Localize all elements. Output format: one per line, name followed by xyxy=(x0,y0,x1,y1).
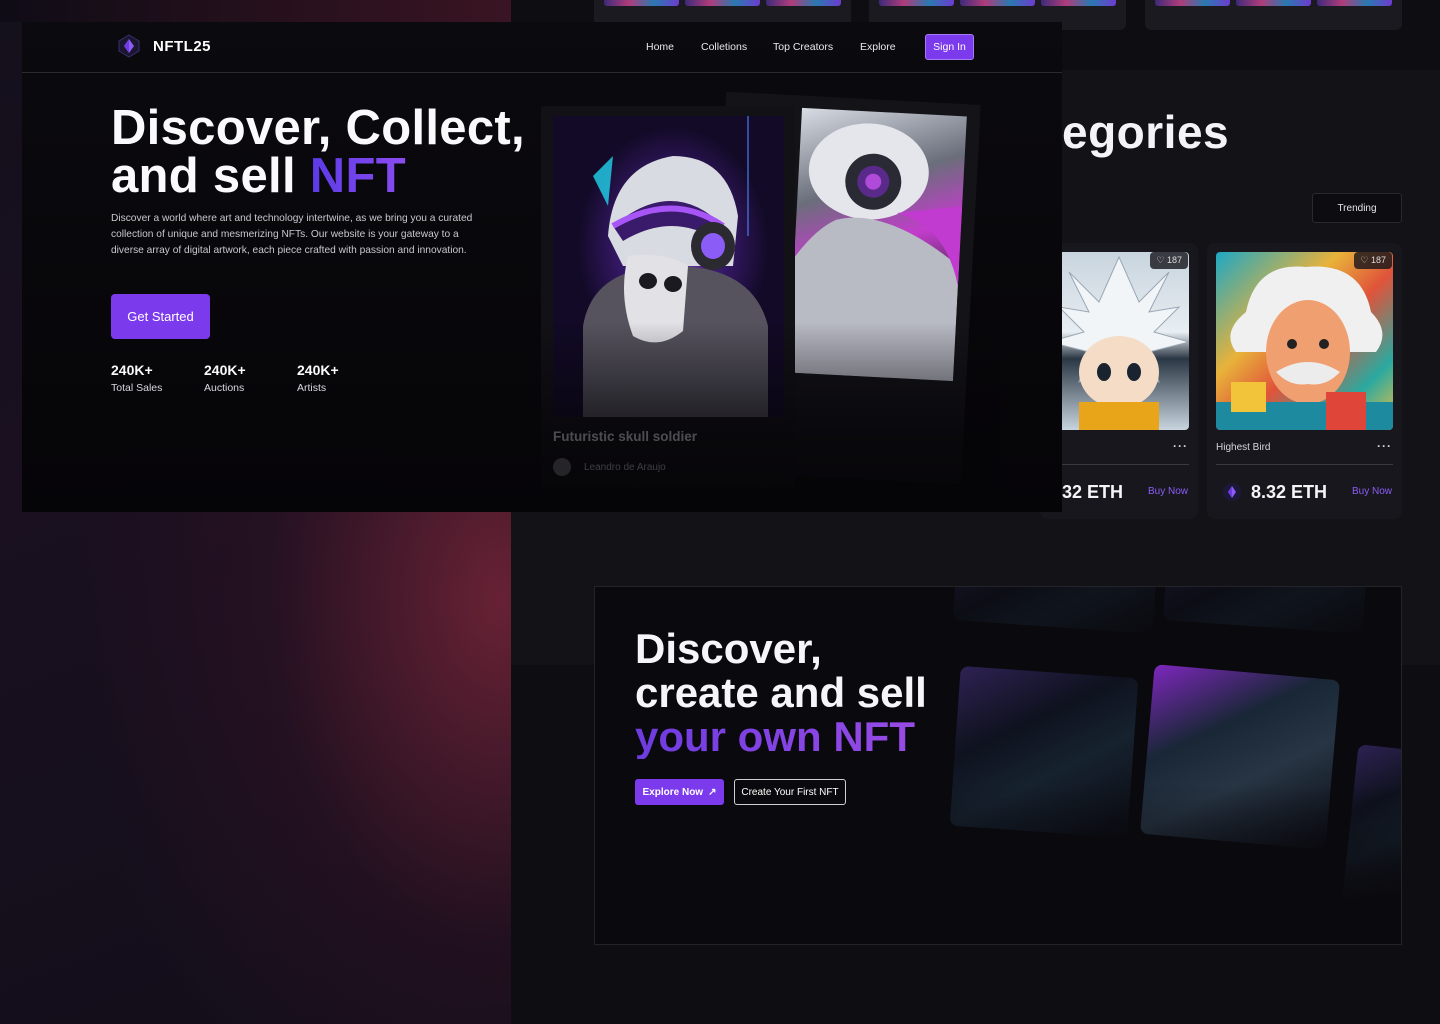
trending-filter-button[interactable]: Trending xyxy=(1312,193,1402,223)
background-thumbnail xyxy=(1145,0,1402,30)
nft-card[interactable]: ♡ 187 d ··· 32 ETH Buy Now xyxy=(1040,243,1198,519)
stat-artists: 240K+ Artists xyxy=(297,362,339,394)
nav-top-creators[interactable]: Top Creators xyxy=(773,41,833,53)
logo-icon xyxy=(118,34,140,58)
more-options-icon[interactable]: ··· xyxy=(1173,439,1188,453)
eth-icon xyxy=(1223,483,1241,501)
nav-collections[interactable]: Colletions xyxy=(701,41,747,53)
artwork-title: Futuristic skull soldier xyxy=(553,429,698,444)
nft-card-price: 8.32 ETH xyxy=(1251,482,1328,502)
nft-card-image xyxy=(1049,252,1189,430)
promo-artwork xyxy=(1162,587,1368,634)
nft-card-price: 32 ETH xyxy=(1062,482,1124,502)
stat-auctions: 240K+ Auctions xyxy=(204,362,246,394)
arrow-up-right-icon: ↗ xyxy=(708,786,717,798)
create-nft-button[interactable]: Create Your First NFT xyxy=(734,779,846,805)
more-options-icon[interactable]: ··· xyxy=(1377,439,1392,453)
likes-badge: ♡ 187 xyxy=(1354,252,1392,269)
promo-fade xyxy=(595,784,1401,944)
artwork-fade xyxy=(541,322,1001,512)
nft-card[interactable]: ♡ 187 Highest Bird ··· 8.32 ETH Buy Now xyxy=(1207,243,1402,519)
nav-explore[interactable]: Explore xyxy=(860,41,896,53)
like-icon: ♡ xyxy=(1360,255,1371,265)
stat-total-sales: 240K+ Total Sales xyxy=(111,362,163,394)
promo-section: Discover, create and sell your own NFT E… xyxy=(594,586,1402,945)
sign-in-button[interactable]: Sign In xyxy=(925,34,974,60)
artwork-author: Leandro de Araujo xyxy=(584,462,666,473)
background-left-strip xyxy=(0,0,511,22)
nft-card-image xyxy=(1216,252,1393,430)
divider xyxy=(1216,464,1393,465)
avatar xyxy=(553,458,571,476)
buy-now-link[interactable]: Buy Now xyxy=(1352,486,1392,497)
brand-name: NFTL25 xyxy=(153,38,212,55)
buy-now-link[interactable]: Buy Now xyxy=(1148,486,1188,497)
get-started-button[interactable]: Get Started xyxy=(111,294,210,339)
hero-window: NFTL25 Home Colletions Top Creators Expl… xyxy=(22,22,1062,512)
nav-home[interactable]: Home xyxy=(646,41,674,53)
hero-heading: Discover, Collect, and sell NFT xyxy=(111,101,525,203)
top-navbar: NFTL25 Home Colletions Top Creators Expl… xyxy=(22,22,1062,73)
promo-artwork xyxy=(952,587,1158,634)
nft-card-name: Highest Bird xyxy=(1216,442,1271,453)
like-icon: ♡ xyxy=(1156,255,1167,265)
explore-now-button[interactable]: Explore Now ↗ xyxy=(635,779,724,805)
divider xyxy=(1049,464,1189,465)
promo-heading: Discover, create and sell your own NFT xyxy=(635,625,927,760)
likes-badge: ♡ 187 xyxy=(1150,252,1188,269)
hero-description: Discover a world where art and technolog… xyxy=(111,213,473,256)
categories-title: egories xyxy=(1062,106,1230,158)
